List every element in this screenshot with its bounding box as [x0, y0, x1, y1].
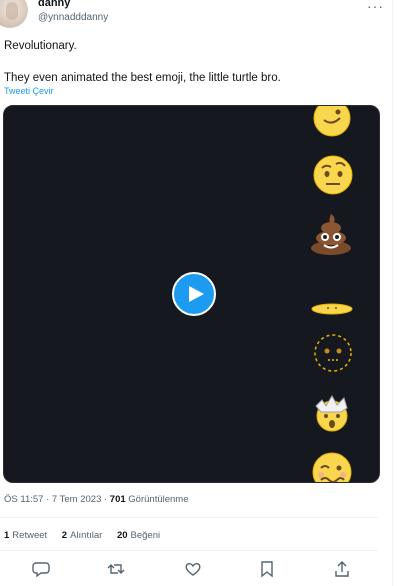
- quotes-stat[interactable]: 2 Alıntılar: [62, 530, 103, 541]
- like-count: 20: [116, 530, 128, 541]
- dotted-line-face-emoji: [314, 334, 352, 372]
- bookmark-icon[interactable]: [258, 560, 276, 578]
- video-player[interactable]: [3, 105, 380, 483]
- flat-face-emoji: [311, 303, 353, 315]
- likes-stat[interactable]: 20 Beğeni: [117, 530, 160, 541]
- tweet-card: danny @ynnadddanny ··· Revolutionary. Th…: [0, 0, 393, 586]
- display-name[interactable]: danny: [38, 0, 70, 9]
- winking-face-emoji: [313, 106, 351, 137]
- play-icon: [189, 286, 204, 302]
- poop-emoji: [311, 214, 351, 255]
- user-handle[interactable]: @ynnadddanny: [38, 12, 108, 23]
- like-icon[interactable]: [184, 560, 202, 578]
- like-label: Beğeni: [130, 530, 161, 541]
- avatar[interactable]: [0, 0, 28, 28]
- tweet-meta: ÖS 11:57 · 7 Tem 2023 · 701 Görüntülenme: [4, 494, 189, 505]
- exploding-head-emoji: [315, 395, 348, 432]
- woozy-face-emoji: [312, 452, 352, 482]
- more-icon[interactable]: ···: [367, 0, 384, 14]
- play-button[interactable]: [172, 272, 216, 316]
- divider: [0, 517, 378, 518]
- timestamp[interactable]: ÖS 11:57 · 7 Tem 2023 ·: [4, 494, 110, 505]
- retweet-count: 1: [4, 530, 10, 541]
- translate-link[interactable]: Tweeti Çevir: [4, 86, 54, 96]
- reply-icon[interactable]: [32, 560, 50, 578]
- tweet-text: Revolutionary. They even animated the be…: [4, 40, 281, 84]
- raised-eyebrow-emoji: [313, 155, 353, 195]
- engagement-stats: 1 Retweet 2 Alıntılar 20 Beğeni: [4, 530, 172, 541]
- quote-label: Alıntılar: [70, 530, 103, 541]
- retweet-label: Retweet: [12, 530, 48, 541]
- share-icon[interactable]: [333, 560, 351, 578]
- quote-count: 2: [61, 530, 68, 541]
- retweet-icon[interactable]: [107, 560, 125, 578]
- retweets-stat[interactable]: 1 Retweet: [4, 530, 47, 541]
- views-label: Görüntülenme: [125, 494, 189, 505]
- divider: [0, 550, 378, 551]
- view-count: 701: [109, 494, 126, 505]
